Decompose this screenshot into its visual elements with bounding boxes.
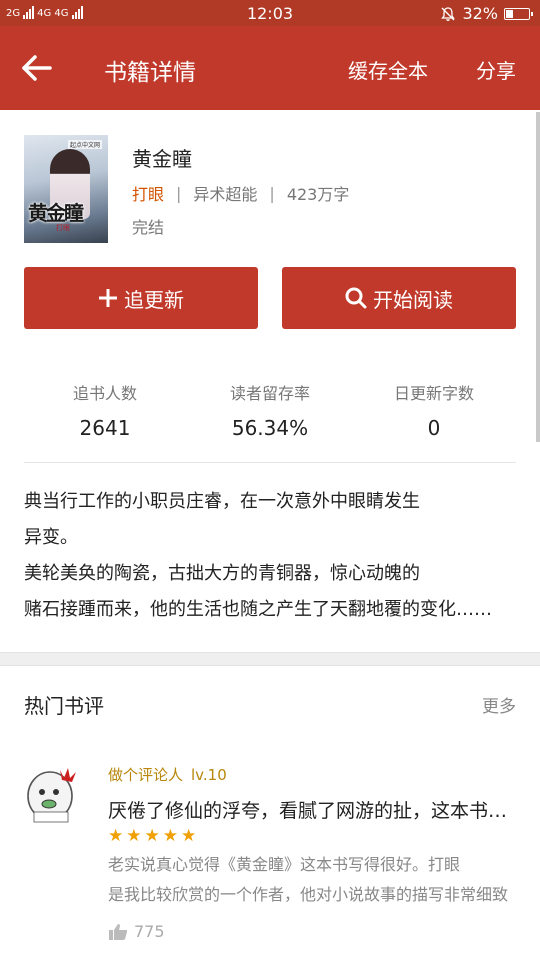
battery-icon	[504, 7, 533, 20]
description-line: 美轮美奂的陶瓷，古拙大方的青铜器，惊心动魄的	[24, 563, 420, 584]
book-meta: 打眼 | 异术超能 | 423万字	[132, 181, 349, 205]
book-category[interactable]: 异术超能	[193, 181, 257, 205]
alarm-off-icon	[441, 6, 456, 21]
follow-updates-button[interactable]: 追更新	[24, 267, 258, 329]
reviewer-name[interactable]: 做个评论人 lv.10	[108, 764, 227, 785]
stat-followers: 追书人数 2641	[15, 380, 195, 440]
book-title: 黄金瞳	[132, 147, 192, 171]
search-icon	[345, 287, 367, 309]
book-status: 完结	[132, 218, 165, 237]
section-separator	[0, 652, 540, 666]
reviewer-level: lv.10	[191, 766, 227, 784]
reviewer-username: 做个评论人	[108, 766, 184, 784]
status-bar: 2G 4G 4G 12:03 32%	[0, 0, 540, 26]
back-button[interactable]	[20, 52, 54, 84]
cover-author: 打眼	[56, 224, 70, 232]
review-body[interactable]: 老实说真心觉得《黄金瞳》这本书写得很好。打眼 是我比较欣赏的一个作者，他对小说故…	[108, 850, 518, 910]
meta-separator: |	[176, 183, 182, 203]
meta-separator-2: |	[269, 183, 275, 203]
cover-publisher-tag: 起点中文网	[67, 140, 102, 149]
description-line: 赌石接踵而来，他的生活也随之产生了天翻地覆的变化……	[24, 599, 492, 620]
back-arrow-icon	[22, 55, 52, 81]
follow-updates-label: 追更新	[124, 287, 184, 312]
stat-label: 日更新字数	[393, 384, 474, 403]
status-right: 32%	[440, 4, 533, 23]
nav-bar: 书籍详情 缓存全本 分享	[0, 26, 540, 110]
scrollbar[interactable]	[536, 112, 540, 442]
plus-icon	[99, 289, 117, 307]
stat-value: 0	[427, 416, 441, 440]
start-reading-button[interactable]: 开始阅读	[282, 267, 516, 329]
description-line: 典当行工作的小职员庄睿，在一次意外中眼睛发生	[24, 491, 420, 512]
more-reviews-link[interactable]: 更多	[482, 692, 516, 717]
divider	[24, 462, 516, 463]
book-author-link[interactable]: 打眼	[132, 181, 164, 205]
stat-value: 2641	[79, 416, 131, 440]
cover-title: 黄金瞳	[28, 201, 84, 225]
like-count: 775	[134, 922, 165, 941]
battery-percent: 32%	[462, 4, 498, 23]
start-reading-label: 开始阅读	[373, 287, 453, 312]
hot-reviews-title: 热门书评	[24, 694, 104, 718]
stat-label: 追书人数	[72, 384, 137, 403]
review-title[interactable]: 厌倦了修仙的浮夸，看腻了网游的扯，这本书让人眼前一亮	[108, 796, 518, 823]
reviewer-avatar[interactable]	[24, 764, 80, 824]
thumbs-up-icon	[109, 923, 128, 940]
review-body-line: 老实说真心觉得《黄金瞳》这本书写得很好。打眼	[108, 855, 461, 874]
book-word-count: 423万字	[286, 185, 350, 204]
stat-label: 读者留存率	[229, 384, 310, 403]
review-like-button[interactable]: 775	[108, 922, 165, 941]
page-title: 书籍详情	[104, 60, 196, 86]
review-body-line: 是我比较欣赏的一个作者，他对小说故事的描写非常细致	[108, 885, 509, 904]
stat-retention: 读者留存率 56.34%	[180, 380, 360, 440]
stat-daily-words: 日更新字数 0	[344, 380, 524, 440]
stat-value: 56.34%	[231, 416, 309, 440]
cache-all-button[interactable]: 缓存全本	[348, 55, 428, 84]
book-cover[interactable]: 起点中文网 黄金瞳 打眼	[24, 135, 108, 243]
review-rating-stars: ★★★★★	[108, 826, 200, 846]
description-line: 异变。	[24, 527, 78, 548]
book-description[interactable]: 典当行工作的小职员庄睿，在一次意外中眼睛发生 异变。 美轮美奂的陶瓷，古拙大方的…	[24, 484, 518, 628]
share-button[interactable]: 分享	[476, 55, 516, 84]
